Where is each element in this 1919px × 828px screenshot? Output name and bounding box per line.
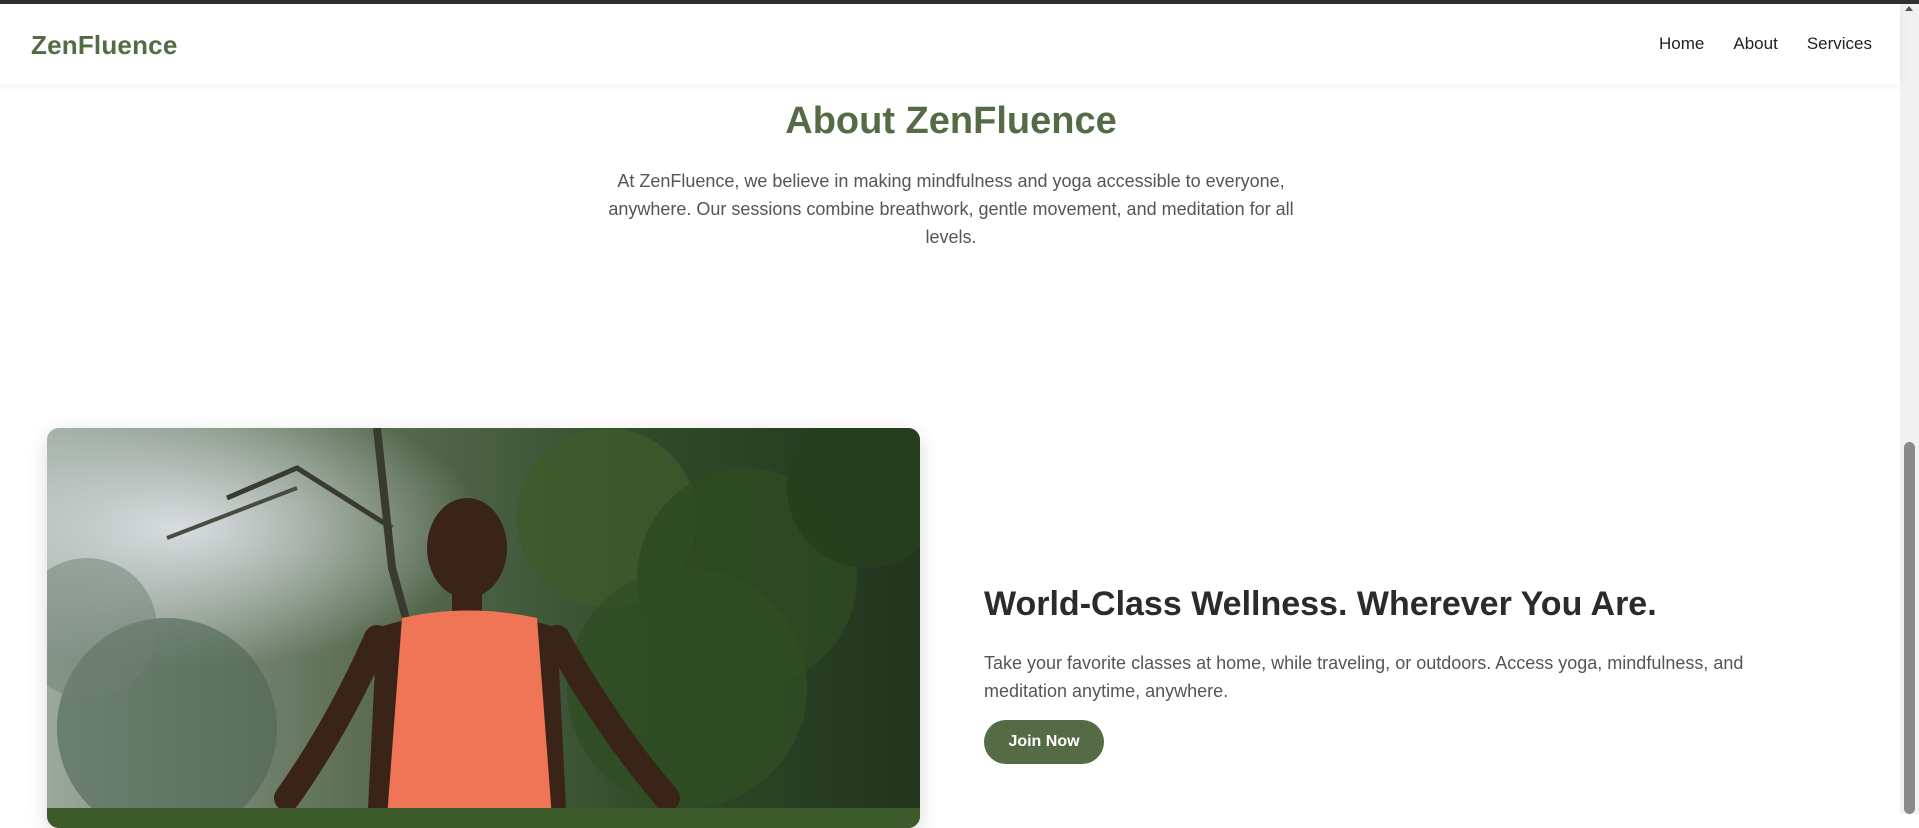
nav-link-services[interactable]: Services	[1807, 34, 1872, 54]
feature-text: Take your favorite classes at home, whil…	[984, 653, 1744, 701]
nav-link-about[interactable]: About	[1733, 34, 1777, 54]
meditation-image	[47, 428, 920, 828]
about-title: About ZenFluence	[785, 100, 1117, 142]
nav-links: Home About Services	[1630, 34, 1872, 54]
scroll-up-arrow-icon[interactable]	[1905, 6, 1913, 11]
nav-link-home[interactable]: Home	[1659, 34, 1704, 54]
scrollbar-thumb[interactable]	[1904, 442, 1915, 814]
brand-logo[interactable]: ZenFluence	[31, 30, 177, 61]
navbar: ZenFluence Home About Services	[0, 4, 1900, 84]
about-text: At ZenFluence, we believe in making mind…	[608, 171, 1294, 247]
feature-title: World-Class Wellness. Wherever You Are.	[984, 585, 1657, 623]
join-now-button[interactable]: Join Now	[984, 720, 1104, 764]
vertical-scrollbar[interactable]	[1900, 4, 1919, 814]
